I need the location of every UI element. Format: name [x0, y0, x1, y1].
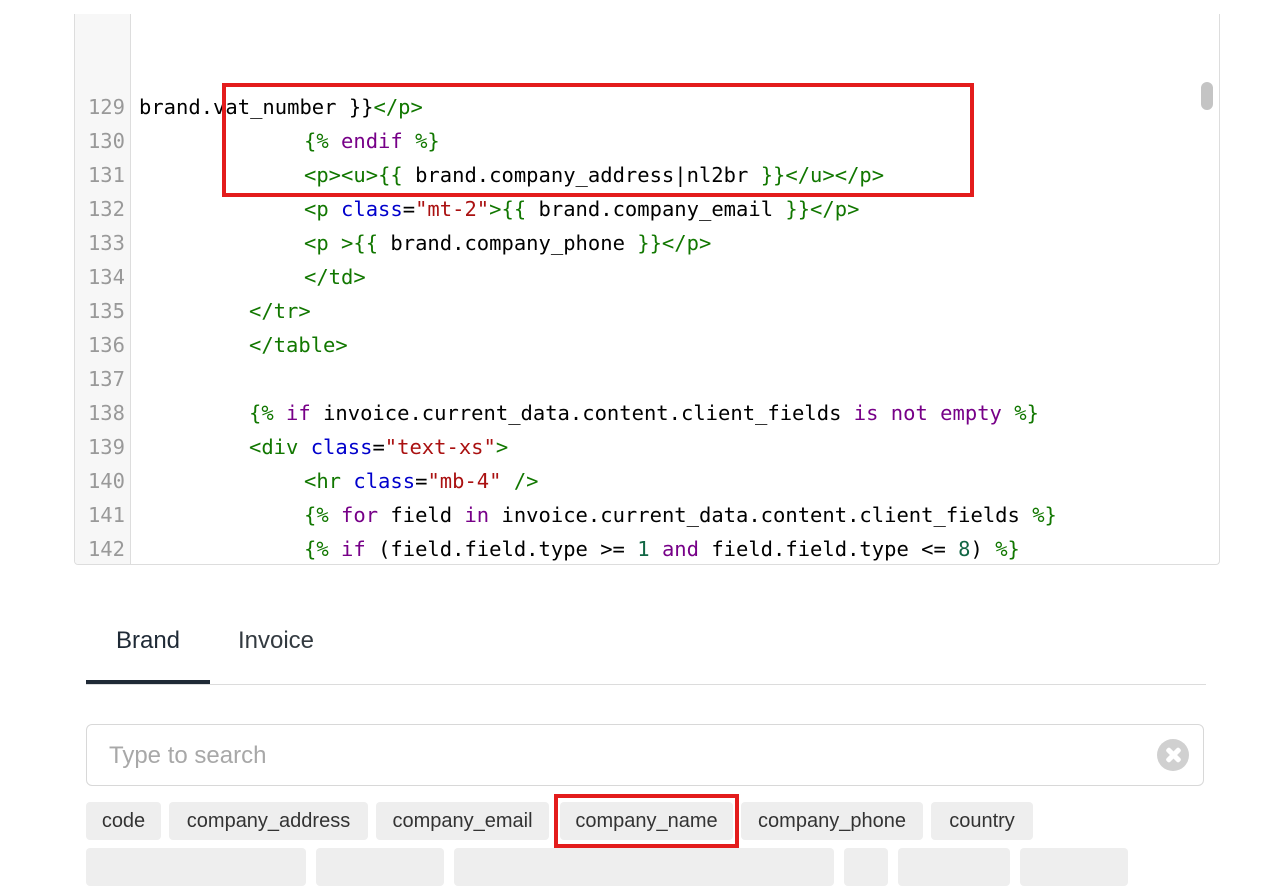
- search-input[interactable]: [107, 725, 1151, 787]
- tab-brand[interactable]: Brand: [86, 610, 210, 684]
- code-line[interactable]: 136: [75, 294, 1219, 357]
- tab-invoice[interactable]: Invoice: [226, 610, 326, 682]
- code-line[interactable]: 138 <div class="text-xs">: [75, 362, 1219, 459]
- variable-chip-highlighted[interactable]: company_name: [560, 802, 733, 840]
- code-line[interactable]: 132 <p >{{ brand.company_phone }}</p>: [75, 158, 1219, 255]
- variable-chip-partial[interactable]: [898, 848, 1010, 886]
- variable-chip-partial[interactable]: [86, 848, 306, 886]
- code-line[interactable]: 135 </table>: [75, 260, 1219, 357]
- code-line[interactable]: 131 <p class="mt-2">{{ brand.company_ema…: [75, 124, 1219, 221]
- code-editor[interactable]: brand.vat_number }}</p> 129 {% endif %} …: [74, 14, 1220, 565]
- code-line[interactable]: 139 <hr class="mb-4" />: [75, 396, 1219, 493]
- code-line[interactable]: 129 {% endif %}: [75, 56, 1219, 153]
- tab-bar: Brand Invoice: [86, 610, 1206, 685]
- clear-search-icon[interactable]: [1157, 739, 1189, 771]
- code-line[interactable]: 141 {% if (field.field.type >= 1 and fie…: [75, 464, 1219, 561]
- variable-chip[interactable]: country: [931, 802, 1033, 840]
- variable-chip-partial[interactable]: [316, 848, 444, 886]
- variable-chip[interactable]: company_address: [169, 802, 368, 840]
- code-line[interactable]: 137 {% if invoice.current_data.content.c…: [75, 328, 1219, 425]
- code-line[interactable]: 140 {% for field in invoice.current_data…: [75, 430, 1219, 527]
- code-lines[interactable]: brand.vat_number }}</p> 129 {% endif %} …: [75, 14, 1219, 564]
- code-line[interactable]: 133 </td>: [75, 192, 1219, 289]
- variable-chip-partial[interactable]: [844, 848, 888, 886]
- variable-chip[interactable]: company_phone: [741, 802, 923, 840]
- vertical-scrollbar-thumb[interactable]: [1201, 82, 1213, 110]
- variable-chip[interactable]: company_email: [376, 802, 549, 840]
- code-line[interactable]: 142 {% if (field.value is same as(true))…: [75, 498, 1219, 561]
- code-line[interactable]: brand.vat_number }}</p>: [75, 22, 1219, 119]
- code-line[interactable]: 130 <p><u>{{ brand.company_address|nl2br…: [75, 90, 1219, 187]
- variable-chip-partial[interactable]: [454, 848, 834, 886]
- search-box: [86, 724, 1204, 787]
- variable-chip-partial[interactable]: [1020, 848, 1128, 886]
- code-line[interactable]: 143 <p><strong>{{ field.field.name_trans…: [75, 532, 1219, 564]
- code-line[interactable]: 134 </tr>: [75, 226, 1219, 323]
- variable-chip[interactable]: code: [86, 802, 161, 840]
